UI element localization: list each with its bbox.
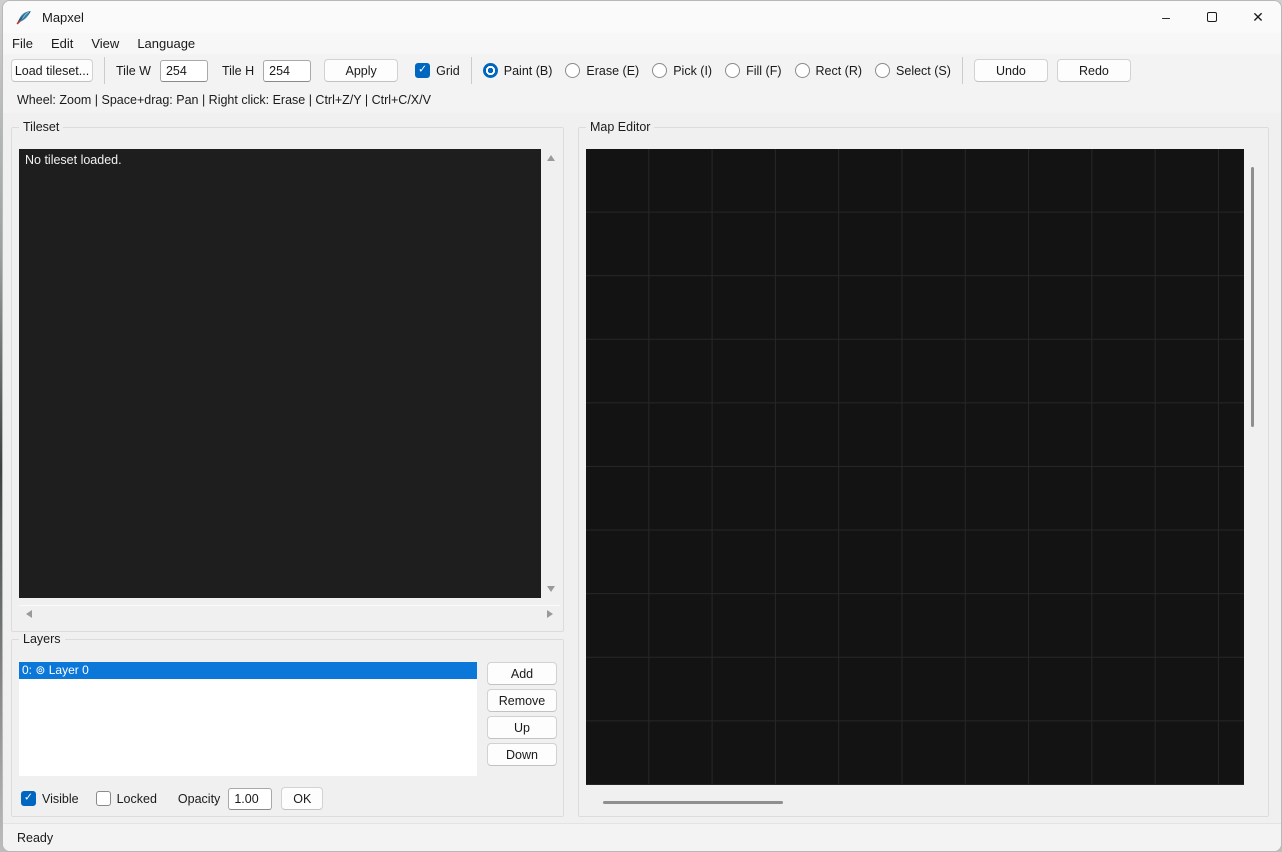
close-icon: ✕ [1252, 9, 1264, 26]
close-button[interactable]: ✕ [1235, 1, 1281, 33]
tileset-empty-text: No tileset loaded. [25, 153, 122, 167]
locked-checkbox[interactable] [96, 791, 111, 806]
tool-rect-label: Rect (R) [816, 64, 863, 78]
tool-select-label: Select (S) [896, 64, 951, 78]
visible-checkbox-row[interactable]: ✓ Visible [21, 791, 79, 806]
status-text: Ready [17, 831, 53, 845]
tile-h-label: Tile H [222, 64, 254, 78]
tileset-horizontal-scrollbar[interactable] [19, 605, 560, 622]
toolbar: Load tileset... Tile W Tile H Apply ✓ Gr… [3, 54, 1281, 87]
menu-edit[interactable]: Edit [42, 33, 82, 54]
tool-select[interactable]: Select (S) [875, 63, 951, 78]
map-horizontal-scrollbar-thumb[interactable] [603, 801, 783, 804]
tool-rect[interactable]: Rect (R) [795, 63, 863, 78]
layer-list[interactable]: 0: ⊚ Layer 0 [19, 662, 477, 776]
radio-icon [483, 63, 498, 78]
maximize-icon [1207, 12, 1217, 22]
layer-up-button[interactable]: Up [487, 716, 557, 739]
radio-icon [875, 63, 890, 78]
map-editor-panel: Map Editor [578, 127, 1269, 817]
window-title: Mapxel [42, 10, 84, 25]
layer-remove-button[interactable]: Remove [487, 689, 557, 712]
menu-file[interactable]: File [3, 33, 42, 54]
apply-button[interactable]: Apply [324, 59, 398, 82]
opacity-ok-button[interactable]: OK [281, 787, 323, 810]
map-editor-canvas[interactable] [586, 149, 1244, 785]
radio-icon [565, 63, 580, 78]
locked-label: Locked [117, 792, 157, 806]
visible-checkbox[interactable]: ✓ [21, 791, 36, 806]
layer-list-item[interactable]: 0: ⊚ Layer 0 [19, 662, 477, 679]
undo-button[interactable]: Undo [974, 59, 1048, 82]
radio-icon [652, 63, 667, 78]
map-editor-panel-title: Map Editor [586, 120, 654, 134]
tile-w-input[interactable] [160, 60, 208, 82]
tool-fill[interactable]: Fill (F) [725, 63, 781, 78]
tileset-canvas[interactable]: No tileset loaded. [19, 149, 541, 598]
scroll-left-icon[interactable] [26, 610, 32, 618]
menu-language[interactable]: Language [128, 33, 204, 54]
hint-row: Wheel: Zoom | Space+drag: Pan | Right cl… [3, 87, 1281, 113]
window-controls: – ✕ [1143, 1, 1281, 33]
app-logo-icon [16, 9, 33, 26]
visible-label: Visible [42, 792, 79, 806]
tileset-panel: Tileset No tileset loaded. [11, 127, 564, 632]
tool-paint[interactable]: Paint (B) [483, 63, 553, 78]
scroll-down-icon[interactable] [547, 586, 555, 592]
check-icon: ✓ [24, 793, 33, 804]
radio-icon [795, 63, 810, 78]
tileset-vertical-scrollbar[interactable] [542, 149, 560, 598]
layers-panel-title: Layers [19, 632, 65, 646]
main-area: Tileset No tileset loaded. Layers 0: ⊚ L… [3, 113, 1281, 823]
grid-checkbox-row[interactable]: ✓ Grid [415, 63, 460, 78]
minimize-icon: – [1162, 9, 1170, 25]
menu-view[interactable]: View [82, 33, 128, 54]
redo-button[interactable]: Redo [1057, 59, 1131, 82]
scroll-up-icon[interactable] [547, 155, 555, 161]
grid-label: Grid [436, 64, 460, 78]
opacity-input[interactable] [228, 788, 272, 810]
scroll-right-icon[interactable] [547, 610, 553, 618]
menu-bar: File Edit View Language [3, 33, 1281, 54]
map-vertical-scrollbar-thumb[interactable] [1251, 167, 1254, 427]
maximize-button[interactable] [1189, 1, 1235, 33]
layer-buttons: Add Remove Up Down [487, 662, 557, 766]
tile-w-label: Tile W [116, 64, 151, 78]
toolbar-separator [962, 57, 963, 84]
check-icon: ✓ [418, 65, 427, 76]
tool-erase-label: Erase (E) [586, 64, 639, 78]
status-bar: Ready [3, 823, 1281, 851]
tool-pick-label: Pick (I) [673, 64, 712, 78]
radio-icon [725, 63, 740, 78]
tool-radio-group: Paint (B) Erase (E) Pick (I) Fill (F) Re… [483, 63, 951, 78]
opacity-label: Opacity [178, 792, 220, 806]
title-bar: Mapxel – ✕ [3, 1, 1281, 33]
tool-pick[interactable]: Pick (I) [652, 63, 712, 78]
tool-fill-label: Fill (F) [746, 64, 781, 78]
grid-checkbox[interactable]: ✓ [415, 63, 430, 78]
load-tileset-button[interactable]: Load tileset... [11, 59, 93, 82]
app-window: Mapxel – ✕ File Edit View Language Load … [2, 0, 1282, 852]
layer-properties-row: ✓ Visible Locked Opacity OK [21, 787, 554, 810]
minimize-button[interactable]: – [1143, 1, 1189, 33]
toolbar-separator [104, 57, 105, 84]
layer-add-button[interactable]: Add [487, 662, 557, 685]
tool-erase[interactable]: Erase (E) [565, 63, 639, 78]
toolbar-separator [471, 57, 472, 84]
layer-down-button[interactable]: Down [487, 743, 557, 766]
locked-checkbox-row[interactable]: Locked [96, 791, 157, 806]
layers-panel: Layers 0: ⊚ Layer 0 Add Remove Up Down ✓… [11, 639, 564, 817]
shortcut-hints: Wheel: Zoom | Space+drag: Pan | Right cl… [17, 93, 431, 107]
tool-paint-label: Paint (B) [504, 64, 553, 78]
tileset-panel-title: Tileset [19, 120, 63, 134]
tile-h-input[interactable] [263, 60, 311, 82]
